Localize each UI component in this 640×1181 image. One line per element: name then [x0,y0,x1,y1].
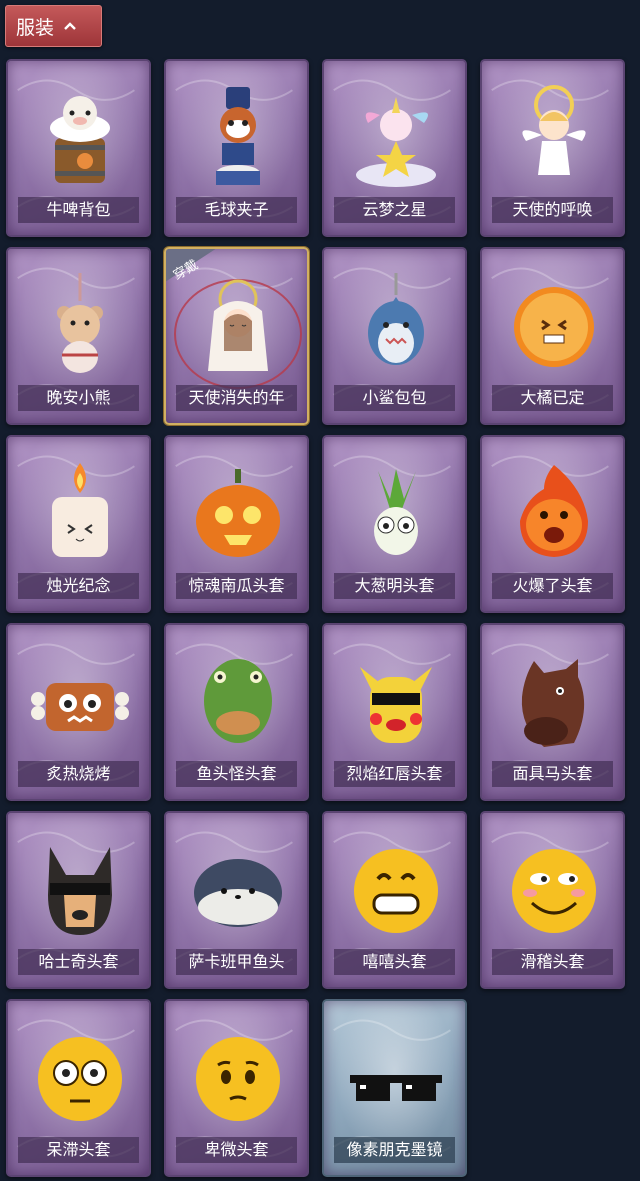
costume-card[interactable]: 大葱明头套 [322,435,467,613]
raccoon-drummer-clip-icon [216,87,260,185]
costume-name: 火爆了头套 [492,573,613,599]
shark-bag-icon [368,273,424,365]
costume-card[interactable]: 卑微头套 [164,999,309,1177]
husky-sunglasses-icon [48,847,112,935]
costume-card[interactable]: 呆滞头套 [6,999,151,1177]
costume-card[interactable]: 牛啤背包 [6,59,151,237]
teddy-bear-keychain-icon [57,273,103,373]
category-title: 服装 [16,16,55,39]
costume-name: 滑稽头套 [492,949,613,975]
costume-card[interactable]: 烈焰红唇头套 [322,623,467,801]
grinning-emoji-icon [354,849,438,933]
costume-card[interactable]: 面具马头套 [480,623,625,801]
costume-name: 天使消失的年 [176,385,297,411]
costume-card[interactable]: 火爆了头套 [480,435,625,613]
cow-barrel-backpack-icon [50,96,110,183]
horse-head-mask-icon [521,659,585,747]
pumpkin-head-icon [196,469,280,557]
costume-name: 烛光纪念 [18,573,139,599]
costume-name: 哈士奇头套 [18,949,139,975]
costume-name: 像素朋克墨镜 [334,1137,455,1163]
costume-name: 云梦之星 [334,197,455,223]
costume-name: 惊魂南瓜头套 [176,573,297,599]
costume-name: 卑微头套 [176,1137,297,1163]
costume-category-tab[interactable]: 服装 [5,5,102,47]
candle-icon [52,463,108,557]
costume-name: 萨卡班甲鱼头 [176,949,297,975]
dazed-emoji-icon [38,1037,122,1121]
funny-emoji-icon [512,849,596,933]
costume-name: 嘻嘻头套 [334,949,455,975]
costume-name: 小鲨包包 [334,385,455,411]
costume-card[interactable]: 炙热烧烤 [6,623,151,801]
costume-card[interactable]: 晚安小熊 [6,247,151,425]
costume-name: 呆滞头套 [18,1137,139,1163]
costume-name: 面具马头套 [492,761,613,787]
costume-card[interactable]: 天使的呼唤 [480,59,625,237]
pixel-sunglasses-icon [350,1075,442,1101]
fire-head-icon [520,465,588,557]
costume-card[interactable]: 滑稽头套 [480,811,625,989]
fish-head-mask-icon [204,659,272,743]
timid-emoji-icon [196,1037,280,1121]
costume-name: 牛啤背包 [18,197,139,223]
costume-card[interactable]: 萨卡班甲鱼头 [164,811,309,989]
costume-grid: 牛啤背包 毛球夹子 云梦之星 天使的呼唤晚安小熊 穿戴 天使消失的年 小鲨包包 大橘已定烛光纪… [6,59,625,1177]
costume-name: 毛球夹子 [176,197,297,223]
costume-card[interactable]: 惊魂南瓜头套 [164,435,309,613]
angel-halo-icon [522,85,586,175]
unicorn-cloud-star-icon [356,97,436,187]
costume-card[interactable]: 鱼头怪头套 [164,623,309,801]
costume-card[interactable]: 大橘已定 [480,247,625,425]
meat-bone-icon [31,683,129,731]
costume-name: 大橘已定 [492,385,613,411]
costume-name: 晚安小熊 [18,385,139,411]
costume-card[interactable]: 穿戴 天使消失的年 [164,247,309,425]
chevron-up-icon [64,22,76,30]
costume-card[interactable]: 毛球夹子 [164,59,309,237]
orange-slice-icon [514,287,594,367]
costume-name: 炙热烧烤 [18,761,139,787]
costume-card[interactable]: 云梦之星 [322,59,467,237]
costume-card[interactable]: 哈士奇头套 [6,811,151,989]
angel-veil-girl-icon [208,279,268,371]
costume-card[interactable]: 小鲨包包 [322,247,467,425]
green-onion-head-icon [374,469,418,555]
costume-card[interactable]: 嘻嘻头套 [322,811,467,989]
sacabambaspis-head-icon [194,859,282,927]
pikachu-lips-mask-icon [360,667,432,743]
costume-name: 烈焰红唇头套 [334,761,455,787]
costume-card[interactable]: 烛光纪念 [6,435,151,613]
costume-card[interactable]: 像素朋克墨镜 [322,999,467,1177]
costume-name: 天使的呼唤 [492,197,613,223]
costume-name: 大葱明头套 [334,573,455,599]
costume-name: 鱼头怪头套 [176,761,297,787]
